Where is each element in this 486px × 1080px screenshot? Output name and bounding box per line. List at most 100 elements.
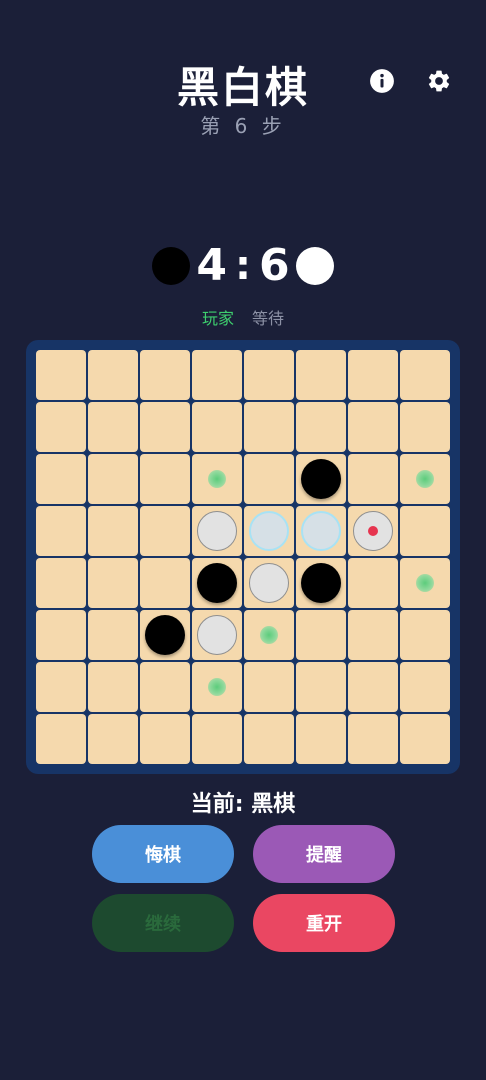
board-cell[interactable] xyxy=(192,506,242,556)
board-cell[interactable] xyxy=(88,454,138,504)
info-button[interactable] xyxy=(367,66,397,96)
board-cell[interactable] xyxy=(140,506,190,556)
board-cell[interactable] xyxy=(296,610,346,660)
board-cell[interactable] xyxy=(140,402,190,452)
board-cell[interactable] xyxy=(244,610,294,660)
board-cell[interactable] xyxy=(140,454,190,504)
undo-button[interactable]: 悔棋 xyxy=(92,825,234,883)
black-piece xyxy=(301,459,341,499)
board-cell[interactable] xyxy=(140,714,190,764)
white-score: 6 xyxy=(259,240,290,291)
board-cell[interactable] xyxy=(400,506,450,556)
valid-move-hint xyxy=(416,574,434,592)
board-cell[interactable] xyxy=(192,558,242,608)
board-cell[interactable] xyxy=(296,402,346,452)
black-piece xyxy=(197,563,237,603)
board-cell[interactable] xyxy=(400,662,450,712)
board-cell[interactable] xyxy=(88,610,138,660)
white-piece xyxy=(197,511,237,551)
board-cell[interactable] xyxy=(400,714,450,764)
board-cell[interactable] xyxy=(244,350,294,400)
board-cell[interactable] xyxy=(296,350,346,400)
board-cell[interactable] xyxy=(88,402,138,452)
board-cell[interactable] xyxy=(140,662,190,712)
board-cell[interactable] xyxy=(88,558,138,608)
white-disc-icon xyxy=(295,247,334,285)
board-cell[interactable] xyxy=(348,662,398,712)
board-cell[interactable] xyxy=(140,610,190,660)
board-cell[interactable] xyxy=(36,454,86,504)
white-piece xyxy=(249,563,289,603)
board-cell[interactable] xyxy=(140,350,190,400)
board-cell[interactable] xyxy=(36,662,86,712)
board-cell[interactable] xyxy=(296,454,346,504)
board-cell[interactable] xyxy=(88,350,138,400)
board-cell[interactable] xyxy=(244,454,294,504)
board-cell[interactable] xyxy=(88,662,138,712)
board-cell[interactable] xyxy=(192,350,242,400)
board-cell[interactable] xyxy=(36,350,86,400)
player-label: 玩家 xyxy=(201,309,234,328)
board-cell[interactable] xyxy=(296,558,346,608)
board-cell[interactable] xyxy=(400,402,450,452)
board-cell[interactable] xyxy=(296,714,346,764)
board-cell[interactable] xyxy=(296,506,346,556)
board-cell[interactable] xyxy=(36,506,86,556)
last-move-marker xyxy=(368,526,378,536)
score-display: 4 : 6 xyxy=(0,238,486,294)
board-cell[interactable] xyxy=(348,506,398,556)
black-piece xyxy=(301,563,341,603)
info-icon xyxy=(370,69,394,93)
black-disc-icon xyxy=(152,247,191,285)
valid-move-hint xyxy=(208,470,226,488)
board-cell[interactable] xyxy=(36,402,86,452)
board-cell[interactable] xyxy=(244,662,294,712)
board-cell[interactable] xyxy=(348,714,398,764)
hint-button[interactable]: 提醒 xyxy=(253,825,395,883)
continue-button[interactable]: 继续 xyxy=(92,894,234,952)
board-cell[interactable] xyxy=(244,558,294,608)
board-cell[interactable] xyxy=(400,454,450,504)
board-cell[interactable] xyxy=(36,610,86,660)
restart-button[interactable]: 重开 xyxy=(253,894,395,952)
board-cell[interactable] xyxy=(192,454,242,504)
settings-button[interactable] xyxy=(424,66,454,96)
black-piece xyxy=(145,615,185,655)
board-cell[interactable] xyxy=(348,454,398,504)
board-cell[interactable] xyxy=(348,402,398,452)
board-cell[interactable] xyxy=(88,506,138,556)
game-board xyxy=(26,340,460,774)
board-cell[interactable] xyxy=(400,610,450,660)
board-cell[interactable] xyxy=(348,350,398,400)
board-cell[interactable] xyxy=(244,402,294,452)
board-cell[interactable] xyxy=(244,506,294,556)
board-cell[interactable] xyxy=(400,350,450,400)
valid-move-hint xyxy=(260,626,278,644)
score-separator: : xyxy=(235,243,251,289)
waiting-label: 等待 xyxy=(252,309,285,328)
white-piece xyxy=(197,615,237,655)
game-title: 黑白棋 xyxy=(176,63,309,112)
board-cell[interactable] xyxy=(400,558,450,608)
board-cell[interactable] xyxy=(36,714,86,764)
board-cell[interactable] xyxy=(36,558,86,608)
board-cell[interactable] xyxy=(192,662,242,712)
board-cell[interactable] xyxy=(192,610,242,660)
board-cell[interactable] xyxy=(296,662,346,712)
board-cell[interactable] xyxy=(348,610,398,660)
valid-move-hint xyxy=(208,678,226,696)
board-cell[interactable] xyxy=(88,714,138,764)
last-move-white-piece xyxy=(353,511,393,551)
flipping-piece xyxy=(249,511,289,551)
board-cell[interactable] xyxy=(140,558,190,608)
turn-labels: 玩家 等待 xyxy=(0,305,486,329)
board-cell[interactable] xyxy=(192,714,242,764)
current-turn-status: 当前: 黑棋 xyxy=(190,792,296,817)
step-counter: 第 6 步 xyxy=(200,114,286,138)
board-cell[interactable] xyxy=(348,558,398,608)
black-score: 4 xyxy=(196,240,227,291)
flipping-piece xyxy=(301,511,341,551)
valid-move-hint xyxy=(416,470,434,488)
board-cell[interactable] xyxy=(192,402,242,452)
board-cell[interactable] xyxy=(244,714,294,764)
